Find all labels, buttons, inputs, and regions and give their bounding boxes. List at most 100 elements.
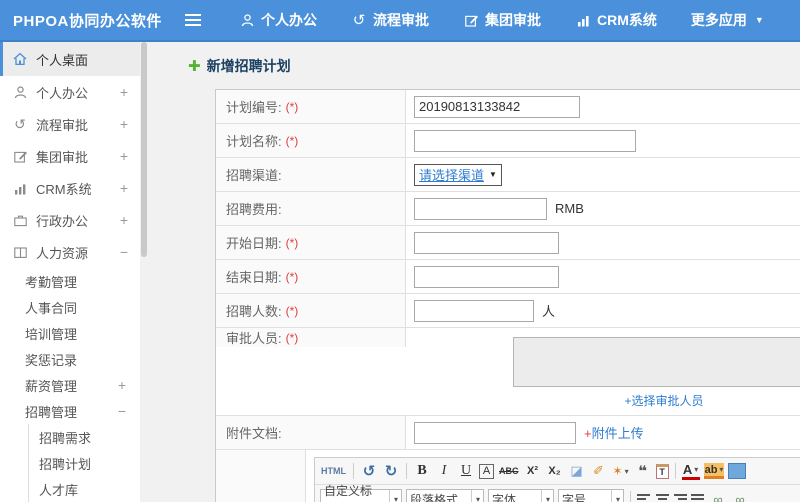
form-row-start-date: 开始日期: (*) [216, 226, 800, 260]
font-style-button[interactable]: A [479, 463, 494, 479]
caret-down-icon: ▾ [388, 489, 398, 502]
font-color-button[interactable]: A ▾ [681, 462, 700, 480]
eraser-icon[interactable]: ◪ [568, 461, 586, 481]
form-row-plan-name: 计划名称: (*) [216, 124, 800, 158]
underline-button[interactable]: U [457, 461, 475, 481]
approvers-textarea[interactable] [513, 337, 800, 387]
bold-button[interactable]: B [413, 461, 431, 481]
form-row-headcount: 招聘人数: (*) 人 [216, 294, 800, 328]
nav-group-approval[interactable]: 集团审批 [463, 10, 541, 30]
expand-plus-icon[interactable]: + [120, 148, 128, 164]
sidebar-item-label: 人才库 [39, 482, 79, 498]
recruit-submenu: 招聘需求 招聘计划 人才库 [28, 424, 140, 502]
hamburger-menu-icon[interactable] [185, 14, 201, 26]
highlight-color-button[interactable]: ab ▾ [703, 463, 725, 479]
source-code-button[interactable]: HTML [320, 461, 347, 481]
caret-down-icon: ▾ [470, 489, 480, 502]
sidebar-item-training[interactable]: 培训管理 [0, 320, 140, 346]
sidebar-item-group-approval[interactable]: 集团审批 + [0, 140, 140, 172]
nav-crm[interactable]: CRM系统 [575, 10, 657, 30]
align-left-icon[interactable] [637, 494, 651, 502]
attachment-input[interactable] [414, 421, 576, 444]
paragraph-format-select[interactable]: 段落格式 ▾ [406, 488, 484, 502]
align-right-icon[interactable] [673, 494, 687, 502]
subscript-button[interactable]: X₂ [546, 461, 564, 481]
heading-select[interactable]: 自定义标题 ▾ [320, 484, 402, 502]
align-justify-icon[interactable] [691, 494, 705, 502]
nav-label: CRM系统 [597, 12, 657, 28]
field-label: 开始日期: [226, 236, 282, 251]
start-date-input[interactable] [414, 231, 559, 254]
sidebar-item-admin-office[interactable]: 行政办公 + [0, 204, 140, 236]
sidebar-item-workflow-approval[interactable]: ↺ 流程审批 + [0, 108, 140, 140]
sidebar-item-recruit-demand[interactable]: 招聘需求 [29, 424, 140, 450]
select-approvers-link[interactable]: +选择审批人员 [624, 392, 703, 409]
richtext-editor: HTML ↺ ↻ B I U A ABC X² X₂ ◪ ✐ ✶ ▾ ❝ T A… [314, 457, 800, 502]
undo-icon[interactable]: ↺ [360, 461, 378, 481]
sidebar-item-desktop[interactable]: 个人桌面 [0, 42, 140, 76]
blockquote-icon[interactable]: ❝ [634, 461, 652, 481]
sidebar-item-label: 奖惩记录 [25, 352, 78, 368]
expand-plus-icon[interactable]: + [120, 212, 128, 228]
font-color-glyph: A [682, 462, 693, 477]
brush-icon[interactable]: ✐ [590, 461, 608, 481]
sidebar-item-hr[interactable]: 人力资源 − [0, 236, 140, 268]
required-mark: (*) [285, 303, 299, 318]
unit-label: RMB [555, 201, 584, 216]
nav-more-apps[interactable]: 更多应用 ▼ [691, 10, 764, 30]
expand-plus-icon[interactable]: + [120, 116, 128, 132]
caret-down-icon: ▾ [540, 489, 550, 502]
plan-no-input[interactable] [414, 95, 580, 118]
sidebar: 个人桌面 个人办公 + ↺ 流程审批 + 集团审批 + CRM系统 + 行政办公… [0, 42, 140, 502]
italic-button[interactable]: I [435, 461, 453, 481]
sidebar-item-hr-contract[interactable]: 人事合同 [0, 294, 140, 320]
expand-plus-icon[interactable]: + [120, 84, 128, 100]
select-value: 字号 [562, 492, 587, 503]
superscript-button[interactable]: X² [524, 461, 542, 481]
editor-toolbar-row1: HTML ↺ ↻ B I U A ABC X² X₂ ◪ ✐ ✶ ▾ ❝ T A… [315, 458, 800, 485]
sidebar-item-attendance[interactable]: 考勤管理 [0, 268, 140, 294]
highlight-glyph: ab [704, 463, 718, 476]
form-row-attachment: 附件文档: +附件上传 [216, 416, 800, 450]
page-title: ✚ 新增招聘计划 [188, 56, 800, 76]
scrollbar-thumb[interactable] [141, 42, 147, 257]
attachment-upload-link[interactable]: +附件上传 [584, 423, 644, 442]
briefcase-icon [12, 212, 28, 228]
expand-plus-icon[interactable]: + [118, 377, 126, 393]
nav-workflow-approval[interactable]: ↺ 流程审批 [351, 10, 429, 30]
strikethrough-button[interactable]: ABC [498, 461, 520, 481]
channel-select[interactable]: 请选择渠道 ▼ [414, 163, 502, 186]
sidebar-item-salary[interactable]: 薪资管理 + [0, 372, 140, 398]
sidebar-item-recruit-plan[interactable]: 招聘计划 [29, 450, 140, 476]
insert-link-icon[interactable]: ∞ [709, 489, 727, 503]
cost-input[interactable] [414, 197, 547, 220]
required-mark: (*) [285, 133, 299, 148]
headcount-input[interactable] [414, 299, 534, 322]
chart-icon [575, 12, 591, 28]
sidebar-scrollbar[interactable] [140, 42, 148, 502]
form-row-approvers: 审批人员: (*) +选择审批人员 [216, 328, 800, 416]
paste-as-text-icon[interactable]: T [655, 463, 669, 479]
required-mark: (*) [285, 99, 299, 114]
font-size-select[interactable]: 字号 ▾ [558, 488, 624, 503]
sidebar-item-talent-pool[interactable]: 人才库 [29, 476, 140, 502]
form-row-cost: 招聘费用: RMB [216, 192, 800, 226]
sidebar-item-rewards[interactable]: 奖惩记录 [0, 346, 140, 372]
sidebar-item-crm[interactable]: CRM系统 + [0, 172, 140, 204]
sidebar-item-personal-office[interactable]: 个人办公 + [0, 76, 140, 108]
sidebar-item-recruit-mgmt[interactable]: 招聘管理 − [0, 398, 140, 424]
nav-personal-office[interactable]: 个人办公 [239, 10, 317, 30]
plan-name-input[interactable] [414, 129, 636, 152]
redo-icon[interactable]: ↻ [382, 461, 400, 481]
editor-toolbar-row2: 自定义标题 ▾ 段落格式 ▾ 字体 ▾ 字号 ▾ ∞ ∞ [315, 484, 800, 503]
end-date-input[interactable] [414, 265, 559, 288]
image-icon[interactable] [728, 463, 747, 479]
font-family-select[interactable]: 字体 ▾ [488, 488, 554, 502]
collapse-minus-icon[interactable]: − [118, 403, 126, 419]
align-center-icon[interactable] [655, 494, 669, 502]
format-paint-icon[interactable]: ✶ ▾ [612, 461, 630, 481]
remove-link-icon[interactable]: ∞ [731, 489, 749, 503]
expand-plus-icon[interactable]: + [120, 180, 128, 196]
form-row-editor: HTML ↺ ↻ B I U A ABC X² X₂ ◪ ✐ ✶ ▾ ❝ T A… [216, 450, 800, 502]
collapse-minus-icon[interactable]: − [120, 244, 128, 260]
